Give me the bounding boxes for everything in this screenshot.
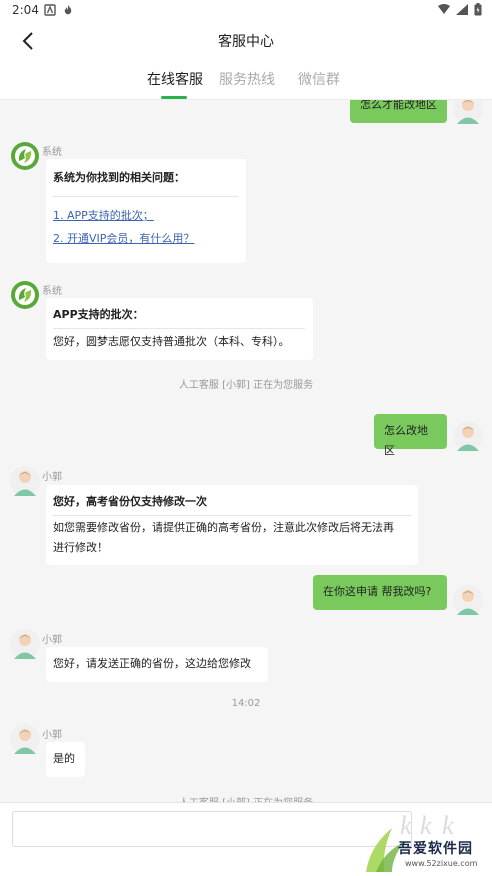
sender-name: 小郭 [42,472,62,483]
notification-a-icon [44,4,56,16]
status-bar: 2:04 [0,0,492,22]
message-text: 您好，请发送正确的省份，这边给您修改 [53,657,251,670]
user-avatar-icon [453,585,483,615]
signal-icon [456,4,468,15]
flame-icon [64,5,72,15]
battery-icon [474,3,482,16]
related-question-link-2[interactable]: 2. 开通VIP会员，有什么用？ [53,229,194,249]
sender-name: 系统 [42,286,62,297]
watermark-text: 吾爱软件园 [398,841,473,857]
user-message: 怎么才能改地区 [350,100,447,123]
sender-name: 小郭 [42,635,62,646]
related-question-link-1[interactable]: 1. APP支持的批次； [53,206,154,226]
sender-name: 系统 [42,147,62,158]
card-heading: 您好，高考省份仅支持修改一次 [53,495,207,508]
system-logo-icon [11,281,39,309]
wifi-icon [438,4,450,14]
tab-online-service[interactable]: 在线客服 [147,69,203,89]
agent-message: 您好，请发送正确的省份，这边给您修改 [46,647,268,682]
message-text: 怎么改地区 [384,424,428,457]
divider [53,328,305,329]
card-body-line-1: 如您需要修改省份，请提供正确的高考省份，注意此次修改后将无法再 [53,521,394,534]
svg-text:k: k [420,811,432,840]
card-body-line-2: 进行修改！ [53,541,108,554]
system-notice: 人工客服 [小郭] 正在为您服务 [0,794,492,802]
user-avatar-icon [453,100,483,124]
agent-avatar-icon [10,629,40,659]
watermark-url: www.52zixue.com [405,859,478,868]
title-bar: 客服中心 [0,22,492,60]
system-notice: 人工客服 [小郭] 正在为您服务 [178,380,314,391]
divider [53,196,238,197]
message-text: 是的 [53,752,75,765]
status-time: 2:04 [12,3,39,17]
agent-avatar-icon [10,724,40,754]
divider [53,515,411,516]
page-title: 客服中心 [218,34,274,50]
user-message: 怎么改地区 [374,414,447,457]
message-text: 怎么才能改地区 [360,100,437,111]
sender-name: 小郭 [42,730,62,741]
chat-area[interactable]: 怎么才能改地区 系统 系统为你找到的相关问题： 1. APP支持的批次； 2. … [0,100,492,802]
card-heading: 系统为你找到的相关问题： [53,171,185,184]
system-message-card: APP支持的批次： 您好，圆梦志愿仅支持普通批次（本科、专科）。 [46,298,313,360]
svg-text:k: k [442,811,454,840]
user-message: 在你这申请 帮我改吗? [313,575,447,610]
system-logo-icon [11,142,39,170]
tab-service-hotline[interactable]: 服务热线 [219,69,275,89]
message-text: 在你这申请 帮我改吗? [323,585,432,598]
agent-message: 是的 [46,742,85,777]
system-message-card: 系统为你找到的相关问题： 1. APP支持的批次； 2. 开通VIP会员，有什么… [46,159,246,263]
tab-bar: 在线客服 服务热线 微信群 [0,60,492,100]
tab-wechat-group[interactable]: 微信群 [298,69,340,89]
active-tab-indicator [161,96,187,99]
agent-message-card: 您好，高考省份仅支持修改一次 如您需要修改省份，请提供正确的高考省份，注意此次修… [46,485,418,565]
card-heading: APP支持的批次： [53,308,144,321]
user-avatar-icon [453,421,483,451]
svg-text:k: k [400,811,412,840]
message-input[interactable] [12,811,412,847]
message-timestamp: 14:02 [231,698,261,709]
agent-avatar-icon [10,466,40,496]
card-body: 您好，圆梦志愿仅支持普通批次（本科、专科）。 [53,335,290,348]
